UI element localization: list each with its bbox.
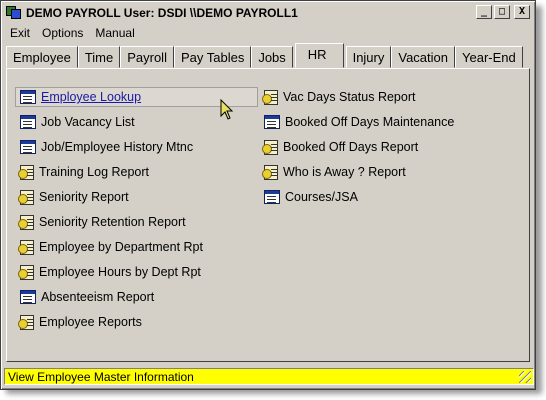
status-text: View Employee Master Information [8, 370, 194, 384]
employee-reports-link[interactable]: Employee Reports [18, 312, 142, 332]
job-vacancy-list-link[interactable]: Job Vacancy List [20, 112, 135, 132]
report-icon [18, 314, 34, 330]
main-window: DEMO PAYROLL User: DSDI \\DEMO PAYROLL1 … [0, 0, 536, 390]
report-icon [262, 89, 278, 105]
seniority-retention-report-link[interactable]: Seniority Retention Report [18, 212, 186, 232]
report-icon [18, 189, 34, 205]
tab-bar: Employee Time Payroll Pay Tables Jobs HR… [6, 43, 523, 68]
who-is-away-report-link[interactable]: Who is Away ? Report [262, 162, 406, 182]
screen-icon [20, 115, 36, 129]
vac-days-status-report-link[interactable]: Vac Days Status Report [262, 87, 416, 107]
absenteeism-report-link[interactable]: Absenteeism Report [20, 287, 154, 307]
report-icon [18, 214, 34, 230]
training-log-report-link[interactable]: Training Log Report [18, 162, 150, 182]
link-label: Training Log Report [39, 165, 150, 179]
link-label: Absenteeism Report [41, 290, 155, 304]
menu-options[interactable]: Options [36, 24, 89, 42]
status-bar: View Employee Master Information [4, 368, 534, 385]
employee-by-department-link[interactable]: Employee by Department Rpt [18, 237, 203, 257]
courses-jsa-link[interactable]: Courses/JSA [264, 187, 358, 207]
job-employee-history-link[interactable]: Job/Employee History Mtnc [20, 137, 193, 157]
screen-icon [20, 290, 36, 304]
tab-hr[interactable]: HR [294, 43, 344, 68]
maximize-button[interactable]: □ [494, 5, 510, 19]
tab-jobs[interactable]: Jobs [251, 46, 293, 68]
tab-time[interactable]: Time [77, 46, 121, 68]
employee-hours-by-dept-link[interactable]: Employee Hours by Dept Rpt [18, 262, 201, 282]
link-label: Courses/JSA [285, 190, 358, 204]
tab-pay-tables[interactable]: Pay Tables [173, 46, 252, 68]
minimize-button[interactable]: _ [476, 5, 492, 19]
window-title: DEMO PAYROLL User: DSDI \\DEMO PAYROLL1 [26, 6, 298, 20]
report-icon [18, 164, 34, 180]
menu-manual[interactable]: Manual [89, 24, 140, 42]
report-icon [18, 264, 34, 280]
link-label: Seniority Report [39, 190, 129, 204]
report-icon [262, 139, 278, 155]
link-label: Employee by Department Rpt [39, 240, 203, 254]
link-label: Booked Off Days Maintenance [285, 115, 455, 129]
link-label: Employee Lookup [41, 90, 142, 104]
screen-icon [264, 190, 280, 204]
report-icon [18, 239, 34, 255]
link-label: Job/Employee History Mtnc [41, 140, 194, 154]
menu-exit[interactable]: Exit [4, 24, 36, 42]
seniority-report-link[interactable]: Seniority Report [18, 187, 129, 207]
tab-employee[interactable]: Employee [6, 46, 78, 68]
tab-vacation[interactable]: Vacation [391, 46, 456, 68]
caption-buttons: _ □ X [476, 5, 530, 19]
tab-year-end[interactable]: Year-End [455, 46, 523, 68]
tab-injury[interactable]: Injury [345, 46, 392, 68]
screen-icon [264, 115, 280, 129]
close-button[interactable]: X [514, 5, 530, 19]
app-icon[interactable] [6, 6, 22, 20]
report-icon [262, 164, 278, 180]
link-label: Employee Hours by Dept Rpt [39, 265, 201, 279]
resize-grip-icon[interactable] [519, 371, 531, 383]
title-bar[interactable]: DEMO PAYROLL User: DSDI \\DEMO PAYROLL1 … [4, 4, 532, 22]
link-label: Who is Away ? Report [283, 165, 406, 179]
link-label: Job Vacancy List [41, 115, 135, 129]
booked-off-days-report-link[interactable]: Booked Off Days Report [262, 137, 419, 157]
screen-icon [20, 90, 36, 104]
mouse-cursor-icon [220, 99, 234, 120]
link-label: Vac Days Status Report [283, 90, 416, 104]
booked-off-days-maintenance-link[interactable]: Booked Off Days Maintenance [264, 112, 454, 132]
screen-icon [20, 140, 36, 154]
link-label: Employee Reports [39, 315, 142, 329]
menu-bar: Exit Options Manual [4, 24, 141, 42]
tab-payroll[interactable]: Payroll [120, 46, 174, 68]
link-label: Booked Off Days Report [283, 140, 419, 154]
link-label: Seniority Retention Report [39, 215, 186, 229]
